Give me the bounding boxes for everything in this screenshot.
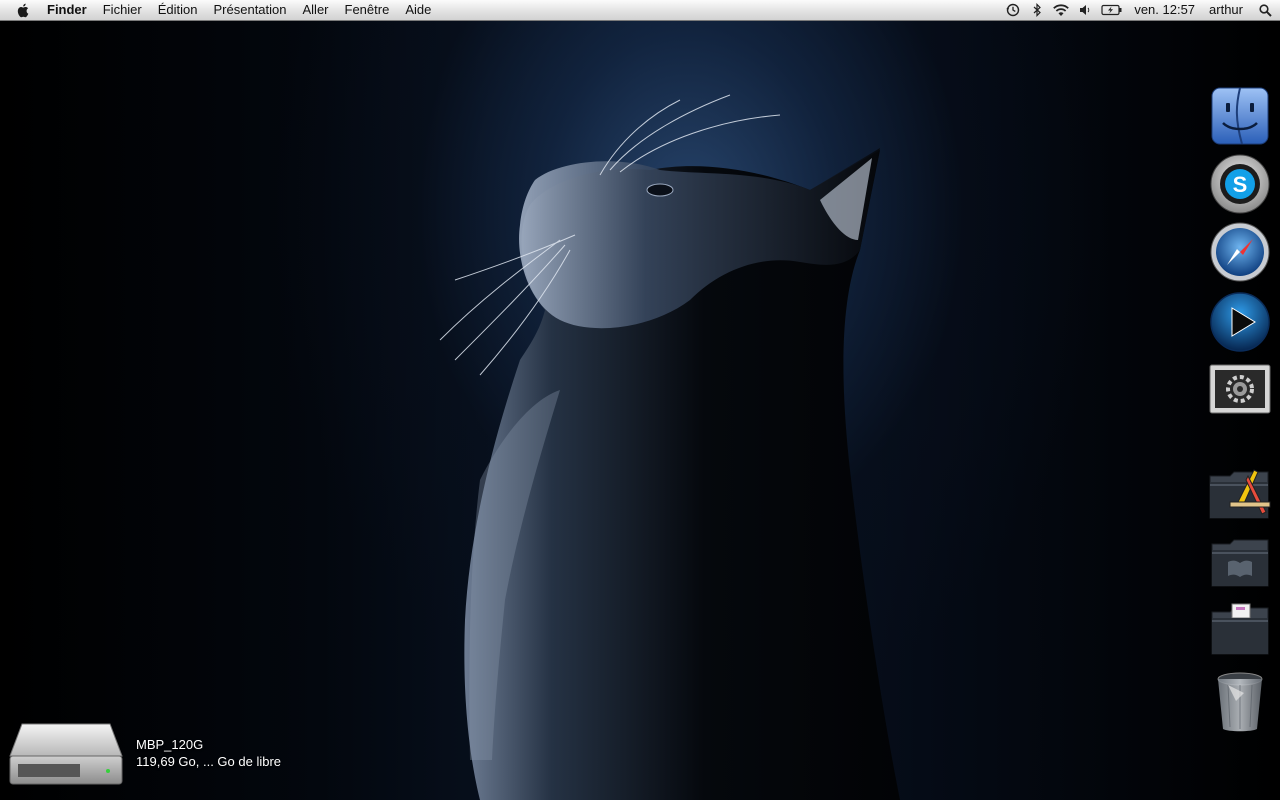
menu-app-finder[interactable]: Finder [39, 0, 95, 20]
menu-aller[interactable]: Aller [295, 0, 337, 20]
volume-name[interactable]: MBP_120G [136, 736, 281, 753]
menu-presentation[interactable]: Présentation [206, 0, 295, 20]
skype-dock-icon[interactable]: S [1208, 152, 1272, 216]
menu-edition[interactable]: Édition [150, 0, 206, 20]
trash-dock-icon[interactable] [1208, 670, 1272, 734]
dock: S [1200, 84, 1280, 744]
desktop-wallpaper [0, 0, 1280, 800]
safari-dock-icon[interactable] [1208, 220, 1272, 284]
menubar-clock[interactable]: ven. 12:57 [1127, 0, 1202, 20]
system-preferences-dock-icon[interactable] [1208, 358, 1272, 422]
menu-bar: Finder Fichier Édition Présentation Alle… [0, 0, 1280, 21]
battery-icon[interactable] [1097, 0, 1127, 20]
svg-text:S: S [1233, 172, 1248, 197]
volume-info: 119,69 Go, ... Go de libre [136, 754, 282, 769]
menu-fenetre[interactable]: Fenêtre [337, 0, 398, 20]
media-player-dock-icon[interactable] [1208, 290, 1272, 354]
menubar-user[interactable]: arthur [1202, 0, 1250, 20]
desktop-volume[interactable]: MBP_120G 119,69 Go, ... Go de libre [8, 720, 281, 786]
wifi-icon[interactable] [1049, 0, 1073, 20]
spotlight-search-icon[interactable] [1250, 0, 1280, 20]
volume-icon[interactable] [1073, 0, 1097, 20]
hard-drive-icon[interactable] [8, 720, 124, 786]
finder-dock-icon[interactable] [1208, 84, 1272, 148]
documents-folder-dock-icon[interactable] [1208, 530, 1272, 594]
menu-fichier[interactable]: Fichier [95, 0, 150, 20]
bluetooth-icon[interactable] [1025, 0, 1049, 20]
menu-aide[interactable]: Aide [397, 0, 439, 20]
applications-folder-dock-icon[interactable] [1208, 462, 1272, 526]
apple-menu-icon[interactable] [0, 3, 39, 18]
downloads-folder-dock-icon[interactable] [1208, 598, 1272, 662]
time-machine-icon[interactable] [1001, 0, 1025, 20]
cat-silhouette [439, 94, 900, 800]
